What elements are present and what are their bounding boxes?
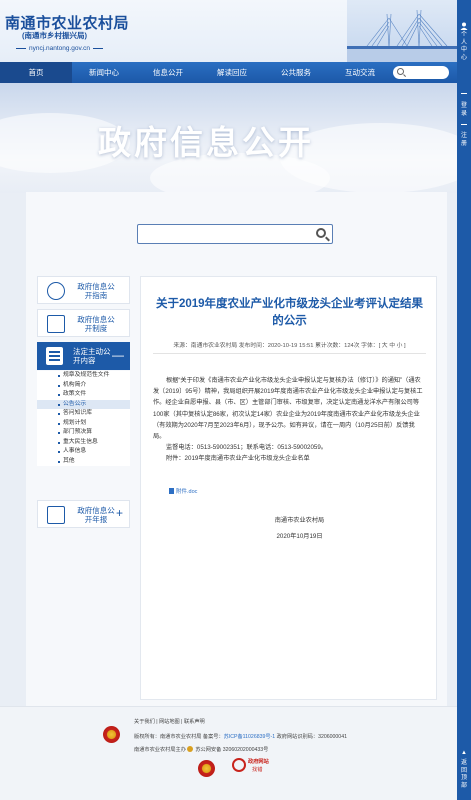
submenu-item[interactable]: 其他 [37, 457, 130, 467]
menu-guide-label: 政府信息公开指南 [77, 282, 115, 300]
menu-annual-report[interactable]: 政府信息公开年报 + [37, 500, 130, 528]
bridge-illustration [347, 0, 457, 62]
footer-host: 南通市农业农村局主办 苏公网安备 32060202000433号 [134, 746, 268, 753]
back-top-link[interactable]: 返回顶部 [461, 760, 467, 790]
icp-link[interactable]: 苏ICP备11026839号-1 [224, 734, 276, 740]
nav-search-input[interactable] [393, 66, 449, 79]
article-paragraph: 根据“关于印发《南通市农业产业化市级龙头企业申报认定与复核办法（修订）》的通知”… [153, 377, 423, 441]
submenu-item-current[interactable]: 公告公示 [37, 399, 130, 409]
nav-home[interactable]: 首页 [0, 62, 72, 83]
list-icon [46, 347, 63, 365]
menu-guide[interactable]: 政府信息公开指南 [37, 276, 130, 304]
file-icon [169, 488, 174, 494]
back-top-icon: ▲ [461, 750, 467, 756]
footer [0, 706, 457, 800]
nav-info-open[interactable]: 信息公开 [136, 62, 200, 83]
divider [461, 93, 467, 94]
compass-icon [47, 282, 65, 300]
report-icon [47, 506, 65, 524]
menu-system[interactable]: 政府信息公开制度 [37, 309, 130, 337]
site-code: 政府网站识别码：3206000041 [275, 734, 347, 740]
personal-center-link[interactable]: 个人中心 [461, 32, 467, 62]
submenu-list: 规章及规范性文件 机构简介 政策文件 公告公示 答问知识库 规划计划 部门预决算… [37, 371, 130, 466]
site-header: 南通市农业农村局 (南通市乡村振兴局) nyncj.nantong.gov.cn [0, 0, 457, 62]
submenu-item[interactable]: 重大民生信息 [37, 438, 130, 448]
badge-line2: 找错 [252, 767, 263, 773]
attachment-label[interactable]: 附件.doc [176, 489, 197, 495]
document-icon [47, 315, 65, 333]
footer-owner: 版权所有：南通市农业农村局 备案号：苏ICP备11026839号-1 政府网站识… [134, 733, 347, 740]
site-url: nyncj.nantong.gov.cn [13, 45, 106, 52]
nav-interaction[interactable]: 互动交流 [328, 62, 392, 83]
footer-links[interactable]: 关于我们 | 网站地图 | 联系声明 [134, 718, 205, 725]
banner-title: 政府信息公开 [98, 123, 314, 162]
signature-date: 2020年10月19日 [276, 533, 323, 540]
collapse-icon[interactable]: — [112, 349, 124, 361]
nav-news[interactable]: 新闻中心 [72, 62, 136, 83]
article-body: 根据“关于印发《南通市农业产业化市级龙头企业申报认定与复核办法（修订）》的通知”… [153, 375, 426, 465]
signature-org: 南通市农业农村局 [274, 517, 325, 524]
submenu-item[interactable]: 政策文件 [37, 390, 130, 400]
divider [153, 353, 426, 354]
content-search-input[interactable] [137, 224, 333, 244]
emblem-icon[interactable] [198, 760, 215, 777]
footer-host-text: 南通市农业农村局主办 [134, 747, 186, 753]
login-link[interactable]: 登录 [461, 103, 467, 118]
submenu-item[interactable]: 规章及规范性文件 [37, 371, 130, 381]
police-record[interactable]: 苏公网安备 32060202000433号 [195, 747, 268, 753]
footer-owner-text: 版权所有：南通市农业农村局 备案号： [134, 734, 224, 740]
search-icon[interactable] [316, 228, 326, 238]
submenu-item[interactable]: 规划计划 [37, 419, 130, 429]
submenu-item[interactable]: 部门预决算 [37, 428, 130, 438]
nav-interpretation[interactable]: 解读回应 [200, 62, 264, 83]
submenu-item[interactable]: 机构简介 [37, 381, 130, 391]
submenu-item[interactable]: 答问知识库 [37, 409, 130, 419]
article-title: 关于2019年度农业产业化市级龙头企业考评认定结果的公示 [155, 298, 424, 327]
divider [461, 124, 467, 125]
menu-system-label: 政府信息公开制度 [77, 315, 115, 333]
badge-circle-icon [232, 758, 246, 772]
party-emblem-icon[interactable] [103, 726, 120, 743]
article: 关于2019年度农业产业化市级龙头企业考评认定结果的公示 来源：南通市农业农村局… [140, 276, 437, 700]
expand-icon[interactable]: + [116, 507, 123, 519]
badge-line1: 政府网站 [248, 759, 269, 765]
article-meta: 来源：南通市农业农村局 发布时间：2020-10-19 15:51 累计次数：1… [173, 343, 406, 349]
menu-active-label: 法定主动公开内容 [73, 347, 111, 365]
police-badge-icon [187, 746, 194, 752]
search-icon [397, 68, 404, 75]
menu-active-content[interactable]: 法定主动公开内容 — [37, 342, 130, 370]
nav-public-service[interactable]: 公共服务 [264, 62, 328, 83]
article-paragraph: 监督电话：0513-59002351；联系电话：0513-59002059。 [166, 444, 327, 452]
article-paragraph: 附件：2019年度南通市农业产业化市级龙头企业名单 [166, 455, 310, 463]
main-nav: 首页 新闻中心 信息公开 解读回应 公共服务 互动交流 [0, 62, 457, 83]
menu-annual-label: 政府信息公开年报 [77, 506, 115, 524]
attachment-link[interactable]: 附件.doc [169, 487, 197, 495]
right-sidebar: 个人中心 登录 注册 ▲ 返回顶部 [457, 0, 471, 800]
gov-site-error-badge[interactable]: 政府网站 找错 [232, 758, 274, 774]
submenu-item[interactable]: 人事信息 [37, 447, 130, 457]
banner: 政府信息公开 [0, 83, 457, 193]
site-subtitle: (南通市乡村振兴局) [22, 31, 87, 40]
register-link[interactable]: 注册 [461, 133, 467, 148]
